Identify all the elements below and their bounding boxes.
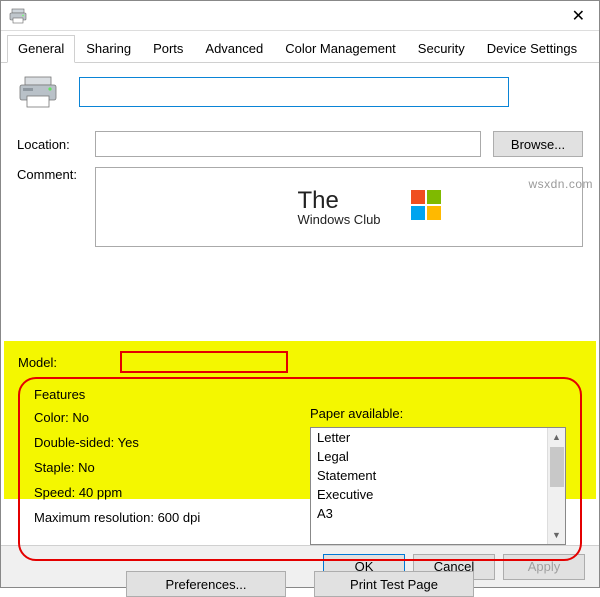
logo-square-icon [411,190,441,220]
scrollbar[interactable]: ▲ ▼ [547,428,565,544]
comment-label: Comment: [17,167,95,182]
printer-properties-window: ✕ General Sharing Ports Advanced Color M… [0,0,600,588]
feature-color: Color: No [34,410,290,425]
close-button[interactable]: ✕ [566,6,591,26]
scroll-thumb[interactable] [550,447,564,487]
tab-sharing[interactable]: Sharing [75,35,142,62]
printer-name-input[interactable] [79,77,509,107]
highlight-region: Model: Features Color: No Double-sided: … [4,341,596,499]
features-title: Features [34,387,566,402]
feature-double-sided: Double-sided: Yes [34,435,290,450]
features-group: Features Color: No Double-sided: Yes Sta… [18,377,582,561]
printer-large-icon [17,75,59,109]
tab-strip: General Sharing Ports Advanced Color Man… [1,31,599,63]
list-item[interactable]: Statement [317,468,541,483]
scroll-down-icon[interactable]: ▼ [548,526,565,544]
tab-color-management[interactable]: Color Management [274,35,407,62]
feature-staple: Staple: No [34,460,290,475]
location-label: Location: [17,137,95,152]
list-item[interactable]: Executive [317,487,541,502]
tab-security[interactable]: Security [407,35,476,62]
tab-general[interactable]: General [7,35,75,63]
printer-icon [9,8,27,24]
preferences-button[interactable]: Preferences... [126,571,286,597]
model-label: Model: [18,355,120,370]
tab-content: Location: Browse... Comment: The Windows… [1,63,599,545]
paper-available-label: Paper available: [310,406,566,421]
titlebar: ✕ [1,1,599,31]
tab-device-settings[interactable]: Device Settings [476,35,588,62]
model-value-redacted [120,351,288,373]
watermark-logo: The Windows Club [297,188,380,227]
location-input[interactable] [95,131,481,157]
tab-advanced[interactable]: Advanced [194,35,274,62]
print-test-page-button[interactable]: Print Test Page [314,571,474,597]
paper-listbox[interactable]: Letter Legal Statement Executive A3 ▲ ▼ [310,427,566,545]
feature-speed: Speed: 40 ppm [34,485,290,500]
feature-resolution: Maximum resolution: 600 dpi [34,510,290,525]
list-item[interactable]: A3 [317,506,541,521]
scroll-up-icon[interactable]: ▲ [548,428,565,446]
browse-button[interactable]: Browse... [493,131,583,157]
comment-input[interactable]: The Windows Club [95,167,583,247]
tab-ports[interactable]: Ports [142,35,194,62]
list-item[interactable]: Legal [317,449,541,464]
list-item[interactable]: Letter [317,430,541,445]
